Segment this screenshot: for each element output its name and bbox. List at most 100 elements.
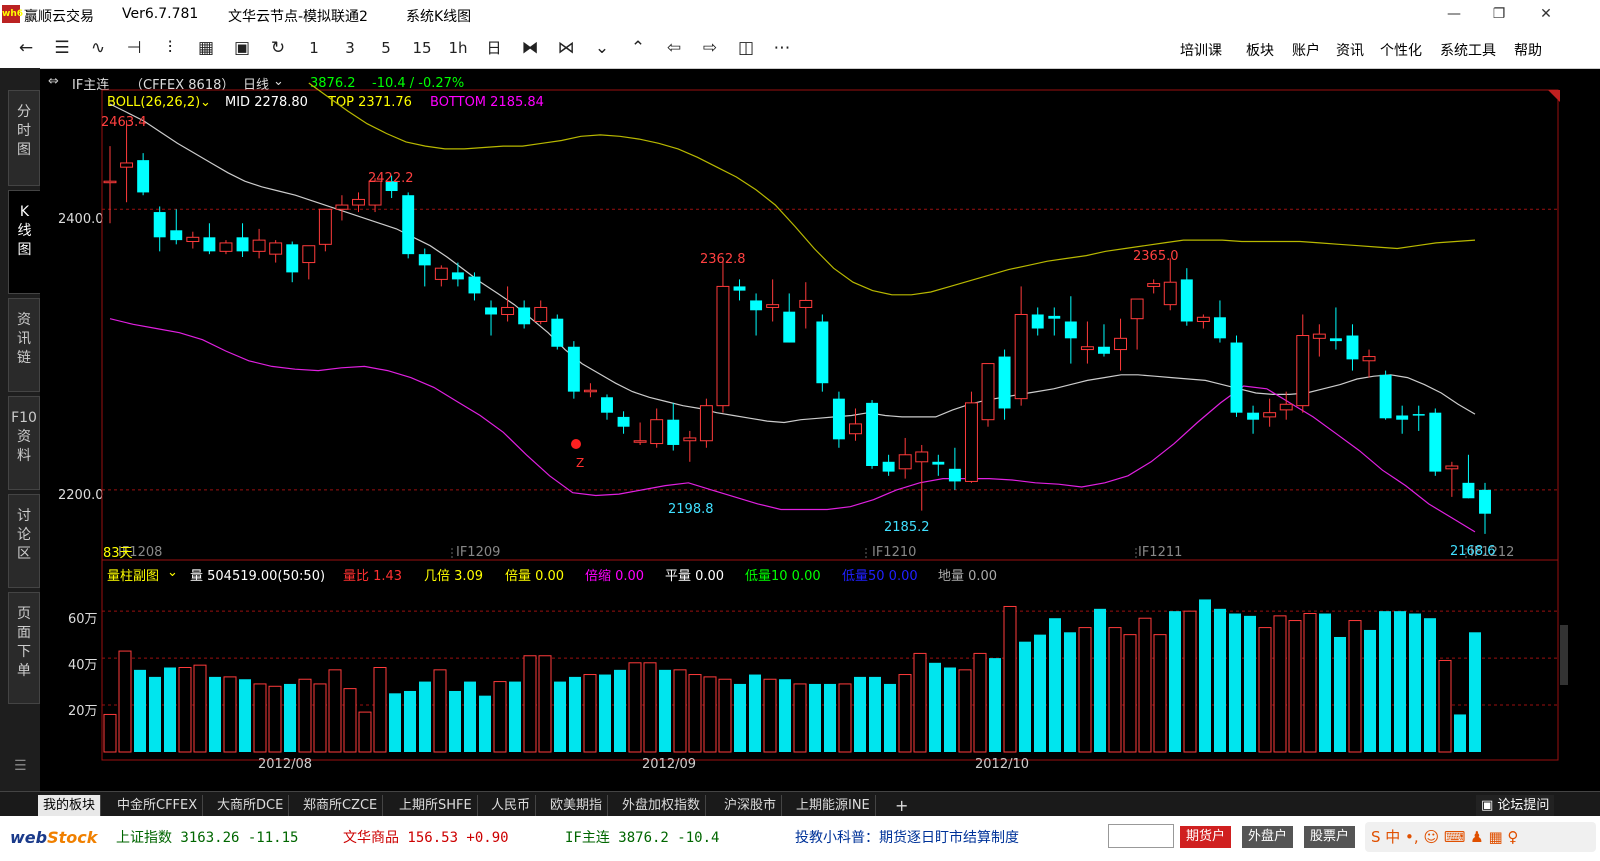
sub-indicator-item: 倍量 0.00 (505, 569, 565, 584)
peak-label: 2463.4 (101, 115, 147, 130)
volume-bar (358, 711, 372, 753)
candle-body (650, 419, 664, 445)
volume-bar (673, 669, 687, 753)
tab-hs-stocks[interactable]: 沪深股市 (719, 795, 783, 816)
signal-label: Z (576, 456, 585, 470)
tab-global-futures[interactable]: 欧美期指 (545, 795, 609, 816)
tab-ine[interactable]: 上期能源INE (791, 795, 876, 816)
candle-body (1263, 412, 1277, 418)
volume-bar (628, 662, 642, 753)
tab-overseas-index[interactable]: 外盘加权指数 (617, 795, 707, 816)
candle-body (302, 245, 316, 264)
volume-value: 量 504519.00(50:50) (190, 569, 326, 584)
stock-account-button[interactable]: 股票户 (1304, 826, 1356, 848)
candle-body (501, 306, 515, 315)
volume-bar (1123, 634, 1137, 753)
candle-body (932, 461, 945, 465)
boll-bottom-line (109, 318, 1476, 533)
volume-bar (449, 690, 461, 752)
search-input[interactable] (1108, 824, 1174, 848)
candle-body (799, 299, 813, 308)
candle-body (716, 285, 730, 407)
contract-label: IF1209 (456, 545, 501, 560)
volume-bar (569, 676, 581, 752)
volume-bar (118, 650, 132, 753)
volume-bar (583, 674, 597, 753)
candle-body (1462, 482, 1475, 499)
status-bar: webStock 上证指数 3163.26 -11.15 文华商品 156.53… (0, 816, 1600, 861)
candle-body (601, 397, 613, 413)
candle-body (1445, 465, 1459, 470)
volume-bar (1153, 634, 1167, 753)
volume-axis-label: 40万 (68, 658, 98, 673)
volume-indicator-select[interactable]: 量柱副图 (107, 565, 159, 584)
tab-rmb[interactable]: 人民币 (486, 795, 537, 816)
volume-bar (523, 655, 537, 753)
tab-my-sector[interactable]: 我的板块 (38, 795, 102, 816)
kline-chart[interactable] (0, 0, 1600, 791)
forum-question-button[interactable]: ▣ 论坛提问 (1476, 795, 1555, 816)
candle-body (203, 237, 216, 252)
volume-bar (1078, 627, 1092, 753)
candle-body (534, 306, 548, 322)
volume-bar (749, 674, 761, 752)
add-tab-icon[interactable]: + (890, 795, 913, 816)
volume-bar (1379, 611, 1391, 752)
tab-cffex[interactable]: 中金所CFFEX (112, 795, 204, 816)
candle-body (1130, 298, 1144, 320)
volume-bar (464, 681, 476, 752)
candle-body (733, 286, 746, 291)
volume-bar (599, 674, 611, 752)
candle-body (1031, 314, 1044, 329)
sub-indicator-item: 几倍 3.09 (424, 569, 484, 584)
candle-body (981, 363, 995, 421)
candle-body (1279, 403, 1293, 411)
volume-bar (1348, 620, 1362, 753)
volume-bar (193, 664, 207, 753)
volume-bar (1244, 615, 1256, 752)
tab-czce[interactable]: 郑商所CZCE (298, 795, 384, 816)
tab-dce[interactable]: 大商所DCE (212, 795, 290, 816)
volume-bar (343, 688, 357, 753)
candle-body (352, 198, 365, 206)
overseas-account-button[interactable]: 外盘户 (1242, 826, 1294, 848)
candle-body (434, 267, 448, 280)
tab-shfe[interactable]: 上期所SHFE (394, 795, 478, 816)
volume-bar (703, 676, 717, 753)
volume-bar (1199, 599, 1211, 752)
volume-bar (1258, 627, 1272, 753)
candle-body (667, 419, 680, 445)
futures-account-button[interactable]: 期货户 (1180, 826, 1232, 848)
volume-bar (718, 678, 732, 753)
volume-bar (313, 683, 327, 753)
volume-bar (1034, 634, 1046, 752)
candle-body (882, 461, 895, 472)
candle-body (849, 423, 862, 435)
candle-body (750, 300, 763, 311)
volume-bar (268, 685, 282, 753)
volume-bar (1424, 618, 1436, 752)
chevron-down-icon[interactable]: ⌄ (167, 565, 178, 580)
ticker-sh-index[interactable]: 上证指数 3163.26 -11.15 (116, 827, 298, 847)
candle-body (783, 311, 796, 343)
volume-bar (493, 681, 507, 753)
candle-body (617, 416, 630, 427)
boll-mid-line (109, 103, 1476, 424)
peak-label: 2422.2 (368, 171, 414, 186)
candle-body (683, 437, 697, 442)
volume-bar (149, 676, 161, 752)
ime-toolbar[interactable]: S 中 •, ☺ ⌨ ♟ ▦ ♀ (1365, 822, 1596, 852)
candle-body (1312, 333, 1326, 339)
candle-body (485, 307, 497, 315)
ticker-wenhua[interactable]: 文华商品 156.53 +0.90 (343, 827, 509, 847)
volume-bar (404, 690, 416, 752)
news-ticker[interactable]: 投教小科普：期货逐日盯市结算制度 (795, 827, 1019, 847)
ticker-if[interactable]: IF主连 3876.2 -10.4 (565, 827, 719, 847)
candle-body (633, 440, 647, 443)
volume-bar (614, 669, 626, 752)
candle-body (1114, 337, 1128, 351)
candle-body (948, 468, 961, 482)
volume-bar (1288, 620, 1302, 753)
trough-label: 2168.6 (1450, 544, 1496, 559)
candle-body (335, 204, 349, 210)
